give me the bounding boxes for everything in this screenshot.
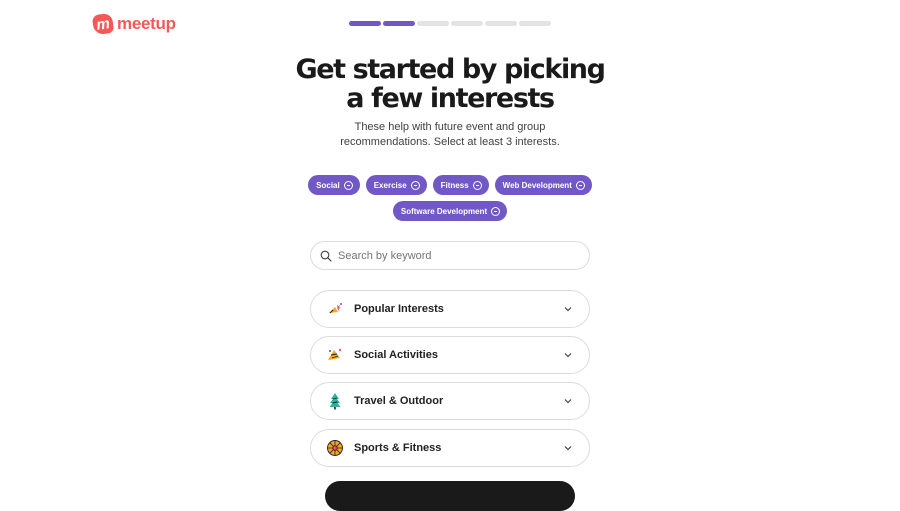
remove-icon[interactable]	[410, 180, 420, 190]
remove-icon[interactable]	[575, 180, 585, 190]
progress-step	[417, 21, 449, 26]
search-input[interactable]	[338, 249, 589, 262]
page-subtitle-line-2: recommendations. Select at least 3 inter…	[340, 135, 560, 148]
party-icon	[326, 346, 344, 364]
chevron-down-icon	[564, 307, 572, 312]
progress-step	[451, 21, 483, 26]
interest-chip-software-development[interactable]: Software Development	[392, 201, 508, 221]
interest-chip-label: Web Development	[502, 180, 572, 190]
category-label: Travel & Outdoor	[354, 395, 444, 407]
category-popular-interests[interactable]: Popular Interests	[310, 290, 590, 328]
page-subtitle: These help with future event and group r…	[340, 120, 560, 149]
interest-chip-web-development[interactable]: Web Development	[494, 175, 592, 195]
continue-button[interactable]	[325, 481, 575, 511]
chevron-down-icon	[564, 353, 572, 358]
category-social-activities[interactable]: Social Activities	[310, 336, 590, 374]
progress-step	[349, 21, 381, 26]
meetup-logo[interactable]: m meetup	[91, 12, 176, 36]
interest-chip-label: Software Development	[400, 206, 488, 216]
chevron-down-icon	[564, 399, 572, 404]
category-label: Popular Interests	[354, 303, 444, 315]
remove-icon[interactable]	[491, 206, 501, 216]
category-label: Social Activities	[354, 349, 438, 361]
progress-step	[485, 21, 517, 26]
meetup-wordmark: meetup	[117, 14, 176, 33]
progress-step	[383, 21, 415, 26]
interest-chip-label: Fitness	[440, 180, 469, 190]
interest-chip-exercise[interactable]: Exercise	[365, 175, 427, 195]
search-icon	[320, 250, 332, 262]
onboarding-progress	[349, 21, 551, 26]
page-title-line-1: Get started by picking	[295, 54, 606, 85]
page-title: Get started by picking a few interests	[0, 55, 900, 113]
category-travel-outdoor[interactable]: Travel & Outdoor	[310, 382, 590, 420]
remove-icon[interactable]	[472, 180, 482, 190]
interest-chip-fitness[interactable]: Fitness	[432, 175, 489, 195]
tree-icon	[326, 392, 344, 410]
selected-interests-row-1: Social Exercise Fitness Web Development	[0, 175, 900, 195]
page-subtitle-line-1: These help with future event and group	[354, 121, 546, 133]
ball-icon	[326, 439, 344, 457]
selected-interests-row-2: Software Development	[0, 201, 900, 221]
chevron-down-icon	[564, 446, 572, 451]
category-label: Sports & Fitness	[354, 442, 442, 454]
meetup-logo-icon: m	[91, 12, 115, 36]
progress-step	[519, 21, 551, 26]
interest-chip-social[interactable]: Social	[308, 175, 360, 195]
page-title-line-2: a few interests	[346, 83, 555, 114]
interest-chip-label: Exercise	[373, 180, 407, 190]
interest-chip-label: Social	[316, 180, 340, 190]
sparkle-icon	[326, 300, 344, 318]
interest-search[interactable]	[310, 241, 590, 270]
category-sports-fitness[interactable]: Sports & Fitness	[310, 429, 590, 467]
remove-icon[interactable]	[343, 180, 353, 190]
